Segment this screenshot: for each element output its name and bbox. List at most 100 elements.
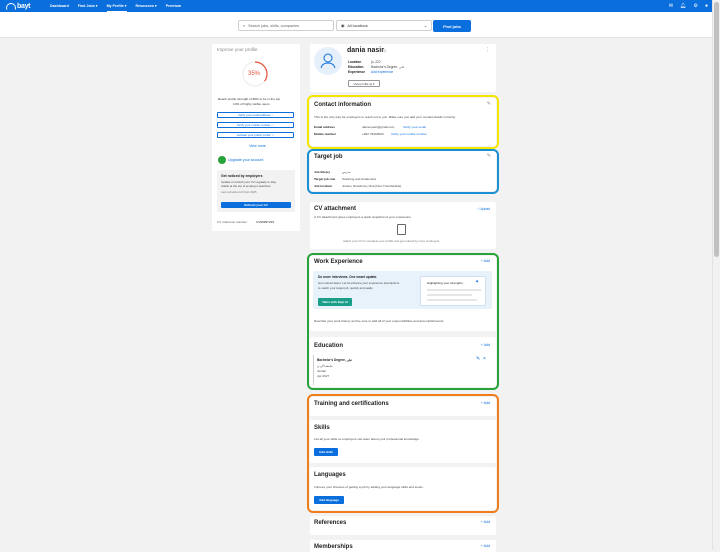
skills-card: Skills List all your skills so employers… — [310, 420, 496, 463]
ai-preview-text: Highlighting your strengths... — [427, 281, 466, 285]
search-icon: ⌕ — [243, 23, 246, 28]
improve-profile-card: Improve your profile 35% Reach profile s… — [212, 44, 300, 231]
email-value: dania.nasir@gmail.com — [362, 125, 395, 129]
cv-hint: Attach your CV to complete your profile … — [343, 239, 440, 243]
upgrade-account-link[interactable]: Upgrade your account — [228, 158, 263, 162]
upload-cv-link[interactable]: ↑ Upload — [477, 207, 490, 211]
memberships-title: Memberships — [314, 544, 353, 550]
delete-icon[interactable]: × — [483, 356, 486, 362]
strength-text-2: 10% of highly visible users. — [233, 102, 271, 106]
ai-promo-title: Do more interviews. One smart update. — [318, 275, 378, 279]
view-more-link[interactable]: View more — [249, 144, 266, 148]
edit-pencil-icon[interactable]: ✎ — [487, 153, 491, 159]
edit-pencil-icon[interactable]: ✎ — [476, 356, 480, 362]
mobile-value: +962 79000000 — [362, 132, 384, 136]
languages-description: Improve your chances of getting a job by… — [314, 485, 424, 489]
education-date: Apr 2027 — [317, 374, 330, 378]
bayt-logo[interactable]: bayt — [6, 1, 31, 11]
preview-line — [427, 289, 481, 291]
bell-icon[interactable]: 🔔︎ — [680, 0, 686, 12]
add-membership-link[interactable]: + Add — [481, 544, 490, 548]
target-job-title: Target job — [314, 154, 343, 160]
education-title: Education — [314, 343, 344, 349]
chevron-down-icon: ⌄ — [423, 24, 427, 28]
view-profile-as-button[interactable]: View profile as ▾ — [348, 80, 380, 87]
document-icon — [397, 224, 406, 235]
nav-premium[interactable]: Premium — [166, 0, 181, 12]
noticed-title: Get noticed by employers — [221, 174, 263, 178]
search-input[interactable]: ⌕ Search jobs, skills, companies — [238, 20, 334, 31]
search-bar: ⌕ Search jobs, skills, companies ◉ All loc… — [0, 12, 712, 38]
profile-name: dania nasir — [347, 47, 384, 54]
add-experience-link[interactable]: Add experience — [371, 70, 393, 74]
scrollbar-thumb[interactable] — [714, 2, 719, 257]
job-title-label: Job title(s) — [314, 170, 330, 174]
verify-email-button[interactable]: Verify your email address ↑ — [217, 112, 294, 118]
verified-icon: ◎ — [383, 48, 387, 53]
nav-my-profile[interactable]: My Profile ▾ — [106, 0, 127, 12]
user-icon[interactable]: ● — [705, 0, 708, 12]
training-card: Training and certifications + Add — [310, 397, 496, 416]
profile-header-card: dania nasir ◎ ⋮ Location jo, 222 Educati… — [310, 44, 496, 92]
tailor-with-ai-button[interactable]: Tailor with Bayt AI — [318, 298, 352, 306]
references-title: References — [314, 520, 347, 526]
sparkle-icon: ✦ — [475, 279, 480, 285]
education-school: جامعة الأردن — [317, 364, 333, 368]
work-experience-card: Work Experience + Add Do more interviews… — [310, 256, 496, 331]
ai-promo-text: Get noticed faster. Let AI enhance your … — [318, 281, 400, 285]
refresh-cv-button[interactable]: Refresh your CV — [221, 202, 291, 208]
education-card: Education + Add Bachelor's Degree, علي ج… — [310, 337, 496, 387]
avatar-person-icon — [320, 53, 336, 69]
activate-public-profile-button[interactable]: Activate your public profile ↑↑ — [217, 132, 294, 138]
edit-pencil-icon[interactable]: ✎ — [487, 101, 491, 107]
location-value: jo, 222 — [371, 60, 381, 64]
location-select[interactable]: ◉ All locations ⌄ — [336, 20, 432, 31]
last-refreshed-text: Last refreshed 24 Feb 2025 — [221, 190, 257, 194]
cv-attachment-title: CV attachment — [314, 206, 357, 212]
verify-mobile-link[interactable]: Verify your mobile number — [391, 132, 427, 136]
add-training-link[interactable]: + Add — [481, 401, 490, 405]
education-country: Jordan — [317, 369, 327, 373]
avatar[interactable] — [314, 47, 342, 75]
top-nav: bayt Dashboard Find Jobs ▾ My Profile ▾ … — [0, 0, 712, 12]
add-language-button[interactable]: Add language — [314, 496, 344, 504]
nav-dashboard[interactable]: Dashboard — [50, 0, 69, 12]
more-options-icon[interactable]: ⋮ — [485, 47, 490, 53]
cv-reference-value: CV99997245 — [256, 220, 275, 224]
add-education-link[interactable]: + Add — [481, 343, 490, 347]
job-location-label: Job location — [314, 184, 333, 188]
contact-info-card: Contact information ✎ This is the only w… — [310, 98, 496, 146]
add-skills-button[interactable]: Add skills — [314, 448, 338, 456]
add-work-experience-link[interactable]: + Add — [481, 259, 490, 263]
experience-label: Experience — [348, 70, 366, 74]
target-job-card: Target job ✎ Job title(s) مدرس Target jo… — [310, 151, 496, 191]
ai-promo-text: to match your target job, quickly and ea… — [318, 286, 374, 290]
verify-email-link[interactable]: Verify your email — [403, 125, 426, 129]
nav-find-jobs[interactable]: Find Jobs ▾ — [78, 0, 98, 12]
upgrade-icon — [218, 156, 226, 164]
job-role-label: Target job role — [314, 177, 336, 181]
education-label: Education — [348, 65, 364, 69]
work-description: Describe your work history and be sure t… — [314, 319, 445, 323]
chat-icon[interactable]: ✉ — [669, 0, 673, 12]
cv-attachment-card: CV attachment ↑ Upload A CV attachment g… — [310, 202, 496, 249]
add-reference-link[interactable]: + Add — [481, 520, 490, 524]
improve-profile-title: Improve your profile — [217, 47, 258, 52]
settings-icon[interactable]: ⚙ — [693, 0, 697, 12]
cv-description: A CV attachment gives employers a quick … — [314, 215, 412, 219]
strength-text: Reach profile strength of 80% to be in t… — [218, 97, 281, 101]
references-card: References + Add — [310, 516, 496, 535]
mobile-label: Mobile number — [314, 132, 337, 136]
verify-mobile-button[interactable]: Verify your mobile number ↑↑ — [217, 122, 294, 128]
location-label: Location — [348, 60, 362, 64]
nav-resources[interactable]: Resources ▾ — [136, 0, 157, 12]
languages-title: Languages — [314, 472, 346, 478]
job-title-value: مدرس — [342, 170, 351, 174]
contact-info-title: Contact information — [314, 102, 371, 108]
memberships-card: Memberships + Add — [310, 540, 496, 552]
find-jobs-button[interactable]: Find jobs — [433, 20, 471, 32]
location-value: All locations — [347, 23, 368, 28]
location-icon: ◉ — [341, 24, 345, 28]
languages-card: Languages Improve your chances of gettin… — [310, 467, 496, 510]
page-scrollbar[interactable] — [712, 0, 720, 550]
